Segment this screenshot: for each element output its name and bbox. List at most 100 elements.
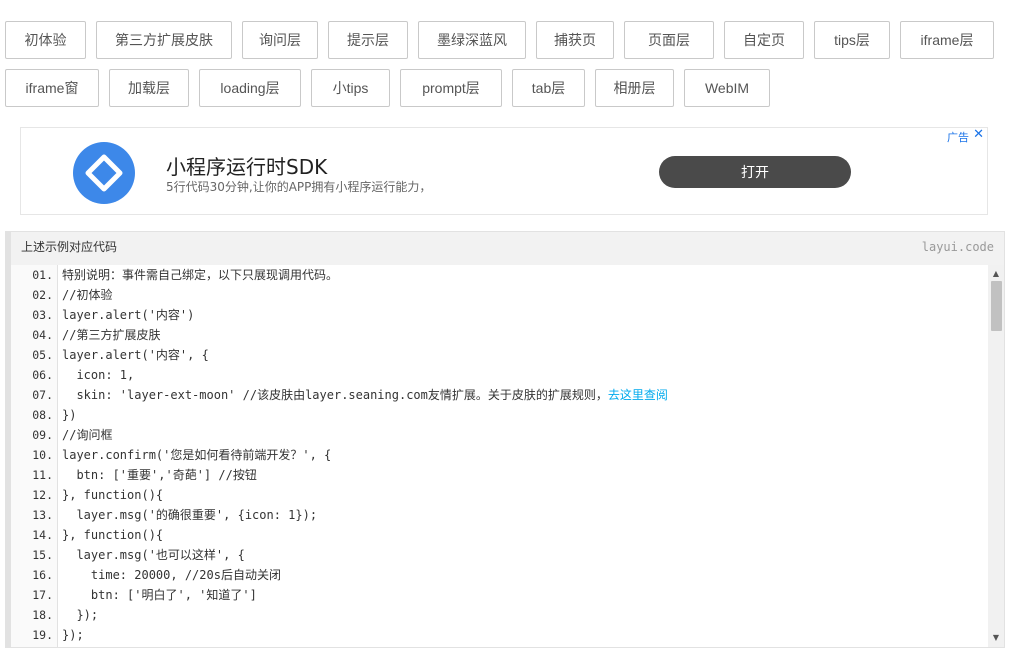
code-line: 04. //第三方扩展皮肤 bbox=[11, 325, 988, 345]
code-text-content: }); bbox=[62, 628, 84, 642]
line-number: 06. bbox=[32, 368, 53, 382]
line-number: 18. bbox=[32, 608, 53, 622]
code-text-content: //第三方扩展皮肤 bbox=[62, 328, 161, 342]
line-number: 01. bbox=[32, 268, 53, 282]
code-text-content: }) bbox=[62, 408, 77, 422]
line-number: 07. bbox=[32, 388, 53, 402]
code-line: 07. skin: 'layer-ext-moon' //该皮肤由layer.s… bbox=[11, 385, 988, 405]
code-text-content: btn: ['重要','奇葩'] //按钮 bbox=[62, 468, 257, 482]
demo-button[interactable]: 初体验 bbox=[5, 21, 86, 59]
code-text: skin: 'layer-ext-moon' //该皮肤由layer.seani… bbox=[62, 385, 668, 405]
line-number: 16. bbox=[32, 568, 53, 582]
code-text-content: layer.msg('的确很重要', {icon: 1}); bbox=[62, 508, 318, 522]
vertical-scrollbar[interactable]: ▲ ▼ bbox=[988, 265, 1004, 647]
scrollbar-thumb[interactable] bbox=[991, 281, 1002, 331]
demo-button[interactable]: 小tips bbox=[311, 69, 390, 107]
code-text: layer.confirm('您是如何看待前端开发？', { bbox=[62, 445, 331, 465]
line-number: 03. bbox=[32, 308, 53, 322]
code-line: 02. //初体验 bbox=[11, 285, 988, 305]
line-number: 09. bbox=[32, 428, 53, 442]
line-number: 08. bbox=[32, 408, 53, 422]
demo-button[interactable]: 墨绿深蓝风 bbox=[418, 21, 526, 59]
code-line: 15. layer.msg('也可以这样', { bbox=[11, 545, 988, 565]
ad-label: 广告 bbox=[947, 131, 969, 144]
demo-button-panel: 初体验 第三方扩展皮肤 询问层 提示层 墨绿深蓝风 捕获页 页面层 自定页 tips层 ifram… bbox=[5, 21, 1010, 107]
code-text: //询问框 bbox=[62, 425, 112, 445]
line-number: 11. bbox=[32, 468, 53, 482]
line-number: 02. bbox=[32, 288, 53, 302]
code-text: }, function(){ bbox=[62, 485, 163, 505]
demo-button[interactable]: prompt层 bbox=[400, 69, 502, 107]
ad-title: 小程序运行时SDK bbox=[166, 155, 328, 179]
demo-button-row: 初体验 第三方扩展皮肤 询问层 提示层 墨绿深蓝风 捕获页 页面层 自定页 tips层 ifram… bbox=[5, 21, 1010, 59]
code-text: layer.msg('的确很重要', {icon: 1}); bbox=[62, 505, 317, 525]
demo-button[interactable]: 自定页 bbox=[724, 21, 804, 59]
line-number: 04. bbox=[32, 328, 53, 342]
code-line: 11. btn: ['重要','奇葩'] //按钮 bbox=[11, 465, 988, 485]
code-text-content: }, function(){ bbox=[62, 528, 164, 542]
code-text-content: }); bbox=[62, 608, 99, 622]
ad-close-icon[interactable]: ✕ bbox=[973, 127, 984, 142]
code-text: layer.msg('也可以这样', { bbox=[62, 545, 244, 565]
code-text: btn: ['明白了', '知道了'] bbox=[62, 585, 257, 605]
code-line: 03. layer.alert('内容') bbox=[11, 305, 988, 325]
code-line: 09. //询问框 bbox=[11, 425, 988, 445]
demo-button[interactable]: tab层 bbox=[512, 69, 585, 107]
ad-banner[interactable]: 小程序运行时SDK 5行代码30分钟,让你的APP拥有小程序运行能力， 打开 广… bbox=[20, 127, 988, 215]
demo-button[interactable]: 捕获页 bbox=[536, 21, 614, 59]
code-text-content: layer.alert('内容') bbox=[62, 308, 195, 322]
code-line: 16. time: 20000, //20s后自动关闭 bbox=[11, 565, 988, 585]
ad-open-button[interactable]: 打开 bbox=[659, 156, 851, 188]
code-text-content: //初体验 bbox=[62, 288, 113, 302]
demo-button[interactable]: tips层 bbox=[814, 21, 890, 59]
demo-button[interactable]: 加载层 bbox=[109, 69, 189, 107]
demo-button[interactable]: iframe层 bbox=[900, 21, 994, 59]
code-text: time: 20000, //20s后自动关闭 bbox=[62, 565, 281, 585]
line-number: 14. bbox=[32, 528, 53, 542]
scroll-down-icon[interactable]: ▼ bbox=[988, 631, 1004, 645]
code-panel: 上述示例对应代码 layui.code 01. 特别说明：事件需自己绑定，以下只展… bbox=[5, 231, 1005, 648]
code-text: layer.alert('内容', { bbox=[62, 345, 209, 365]
demo-button[interactable]: 询问层 bbox=[242, 21, 318, 59]
demo-button[interactable]: WebIM bbox=[684, 69, 770, 107]
code-line: 01. 特别说明：事件需自己绑定，以下只展现调用代码。 bbox=[11, 265, 988, 285]
code-line: 13. layer.msg('的确很重要', {icon: 1}); bbox=[11, 505, 988, 525]
code-text: layer.alert('内容') bbox=[62, 305, 194, 325]
code-text: }, function(){ bbox=[62, 525, 163, 545]
demo-button-row: iframe窗 加载层 loading层 小tips prompt层 tab层 相册层 Web… bbox=[5, 69, 1010, 107]
code-line: 19.}); bbox=[11, 625, 988, 645]
code-line: 10. layer.confirm('您是如何看待前端开发？', { bbox=[11, 445, 988, 465]
code-text: }); bbox=[62, 605, 98, 625]
demo-button[interactable]: loading层 bbox=[199, 69, 301, 107]
demo-button[interactable]: 第三方扩展皮肤 bbox=[96, 21, 232, 59]
code-text-content: 特别说明：事件需自己绑定，以下只展现调用代码。 bbox=[62, 268, 339, 282]
code-text-content: layer.confirm('您是如何看待前端开发？', { bbox=[62, 448, 332, 462]
code-text-content: layer.alert('内容', { bbox=[62, 348, 209, 362]
code-line: 12. }, function(){ bbox=[11, 485, 988, 505]
code-link[interactable]: 去这里查阅 bbox=[608, 388, 668, 402]
demo-button[interactable]: 页面层 bbox=[624, 21, 714, 59]
code-lines: 01. 特别说明：事件需自己绑定，以下只展现调用代码。 02. //初体验 03. lay… bbox=[11, 265, 988, 647]
line-number: 12. bbox=[32, 488, 53, 502]
code-line: 17. btn: ['明白了', '知道了'] bbox=[11, 585, 988, 605]
code-text: 特别说明：事件需自己绑定，以下只展现调用代码。 bbox=[62, 265, 338, 285]
code-body[interactable]: 01. 特别说明：事件需自己绑定，以下只展现调用代码。 02. //初体验 03. lay… bbox=[11, 265, 1004, 647]
line-number: 13. bbox=[32, 508, 53, 522]
demo-button[interactable]: iframe窗 bbox=[5, 69, 99, 107]
line-number: 19. bbox=[32, 628, 53, 642]
code-text-content: }, function(){ bbox=[62, 488, 164, 502]
ad-description: 5行代码30分钟,让你的APP拥有小程序运行能力， bbox=[166, 180, 432, 194]
code-text-content: time: 20000, //20s后自动关闭 bbox=[62, 568, 281, 582]
code-header: 上述示例对应代码 layui.code bbox=[11, 232, 1004, 266]
scroll-up-icon[interactable]: ▲ bbox=[988, 267, 1004, 281]
line-number: 10. bbox=[32, 448, 53, 462]
code-text-content: btn: ['明白了', '知道了'] bbox=[62, 588, 257, 602]
code-line: 18. }); bbox=[11, 605, 988, 625]
code-brand: layui.code bbox=[921, 240, 994, 254]
code-text: btn: ['重要','奇葩'] //按钮 bbox=[62, 465, 257, 485]
code-title: 上述示例对应代码 bbox=[21, 240, 118, 254]
demo-button[interactable]: 提示层 bbox=[328, 21, 408, 59]
code-text: }) bbox=[62, 405, 76, 425]
code-text: //第三方扩展皮肤 bbox=[62, 325, 160, 345]
demo-button[interactable]: 相册层 bbox=[595, 69, 674, 107]
